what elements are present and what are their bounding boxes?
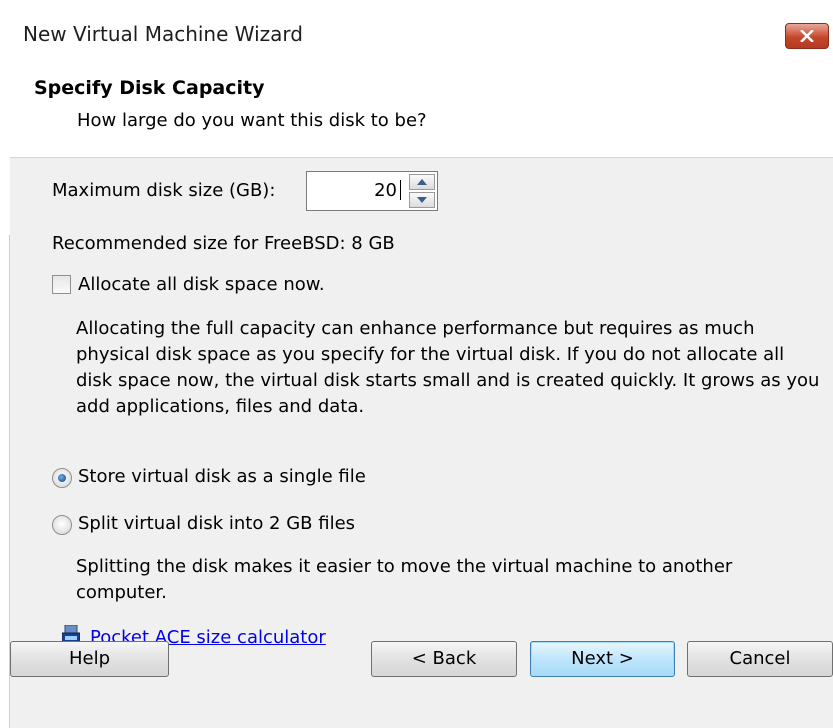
help-button[interactable]: Help	[10, 641, 169, 677]
stepper-up-button[interactable]	[409, 174, 435, 190]
close-button[interactable]	[785, 23, 829, 49]
text-caret	[400, 180, 401, 200]
stepper-down-button[interactable]	[409, 192, 435, 208]
recommended-size-text: Recommended size for FreeBSD: 8 GB	[52, 233, 395, 254]
title-bar: New Virtual Machine Wizard	[0, 0, 833, 60]
page-subtitle: How large do you want this disk to be?	[77, 110, 427, 131]
single-file-label[interactable]: Store virtual disk as a single file	[78, 466, 366, 487]
arrow-down-icon	[417, 197, 427, 203]
disk-size-stepper[interactable]: 20	[306, 171, 438, 211]
arrow-up-icon	[417, 179, 427, 185]
wizard-content: Maximum disk size (GB): 20 Recommended s…	[10, 158, 833, 728]
disk-size-input[interactable]: 20	[374, 180, 397, 201]
page-title: Specify Disk Capacity	[34, 77, 265, 99]
allocate-description: Allocating the full capacity can enhance…	[76, 318, 820, 417]
split-files-label[interactable]: Split virtual disk into 2 GB files	[78, 513, 355, 534]
back-button[interactable]: < Back	[371, 641, 517, 677]
radio-split-files[interactable]	[52, 515, 72, 535]
cancel-button[interactable]: Cancel	[687, 641, 833, 677]
wizard-header: Specify Disk Capacity How large do you w…	[10, 60, 833, 158]
radio-single-file[interactable]	[52, 468, 72, 488]
split-description: Splitting the disk makes it easier to mo…	[76, 556, 733, 603]
close-icon	[800, 30, 814, 42]
disk-size-label: Maximum disk size (GB):	[52, 180, 276, 201]
wizard-window: New Virtual Machine Wizard Specify Disk …	[0, 0, 833, 728]
next-button[interactable]: Next >	[530, 641, 675, 677]
allocate-checkbox[interactable]	[52, 275, 71, 294]
window-title: New Virtual Machine Wizard	[23, 22, 303, 46]
allocate-label[interactable]: Allocate all disk space now.	[78, 274, 325, 295]
radio-selected-dot	[58, 474, 66, 482]
